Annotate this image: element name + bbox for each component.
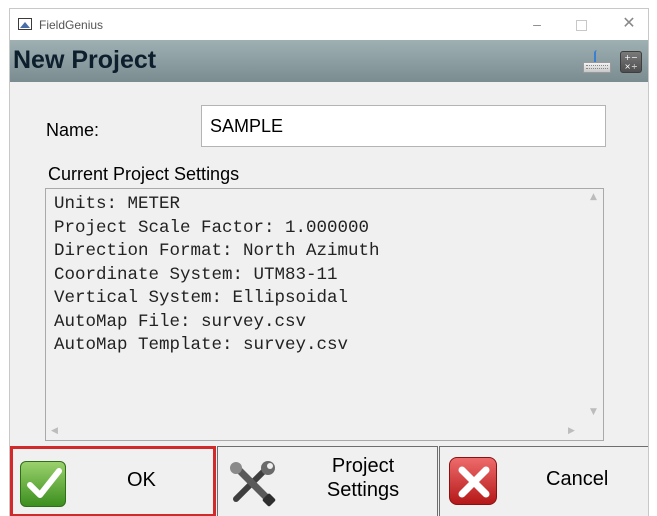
scroll-down-icon[interactable]: ▼ xyxy=(590,407,597,417)
close-button[interactable]: ✕ xyxy=(614,13,644,35)
settings-line-scale-factor: Project Scale Factor: 1.000000 xyxy=(54,217,370,238)
button-bar: OK Project Settings Cancel xyxy=(10,446,648,516)
scroll-left-icon[interactable]: ◀ xyxy=(51,426,58,436)
fieldgenius-window: FieldGenius – ✕ New Project +− ×÷ Name: … xyxy=(9,8,649,516)
maximize-button[interactable] xyxy=(566,13,596,35)
settings-line-automap-file: AutoMap File: survey.csv xyxy=(54,311,307,332)
vertical-scrollbar[interactable]: ▲ ▼ xyxy=(586,189,603,423)
maximize-icon xyxy=(575,19,587,31)
scroll-right-icon[interactable]: ▶ xyxy=(568,426,575,436)
name-label: Name: xyxy=(46,120,100,140)
window-title: FieldGenius xyxy=(39,18,104,32)
app-icon xyxy=(18,18,32,30)
current-settings-label: Current Project Settings xyxy=(48,164,240,184)
project-name-input[interactable] xyxy=(201,105,606,147)
project-settings-textbox[interactable]: Units: METER Project Scale Factor: 1.000… xyxy=(45,188,604,441)
horizontal-scrollbar[interactable]: ◀ ▶ xyxy=(46,423,603,440)
tools-icon xyxy=(228,461,280,507)
scroll-up-icon[interactable]: ▲ xyxy=(590,192,597,202)
settings-lines: Units: METER Project Scale Factor: 1.000… xyxy=(54,193,380,358)
cancel-label: Cancel xyxy=(546,468,609,490)
settings-line-units: Units: METER xyxy=(54,194,181,214)
x-icon xyxy=(449,457,497,505)
project-settings-label-line2: Settings xyxy=(326,479,400,501)
ok-button[interactable]: OK xyxy=(10,446,216,516)
settings-line-direction-format: Direction Format: North Azimuth xyxy=(54,241,380,261)
cancel-button[interactable]: Cancel xyxy=(439,446,648,516)
page-title: New Project xyxy=(13,46,157,74)
project-settings-label: Project Settings xyxy=(318,454,408,502)
minimize-button[interactable]: – xyxy=(522,13,552,35)
calculator-icon[interactable]: +− ×÷ xyxy=(620,51,642,73)
settings-line-vertical-system: Vertical System: Ellipsoidal xyxy=(54,288,349,308)
project-settings-button[interactable]: Project Settings xyxy=(217,446,438,516)
settings-line-automap-template: AutoMap Template: survey.csv xyxy=(54,335,349,355)
page-header: New Project +− ×÷ xyxy=(10,40,648,82)
project-settings-label-line1: Project xyxy=(331,455,395,477)
ok-label: OK xyxy=(127,469,156,491)
keyboard-icon[interactable] xyxy=(583,50,611,74)
check-icon xyxy=(20,461,66,507)
title-bar[interactable]: FieldGenius – ✕ xyxy=(10,9,648,40)
settings-line-coordinate-system: Coordinate System: UTM83-11 xyxy=(54,264,338,285)
